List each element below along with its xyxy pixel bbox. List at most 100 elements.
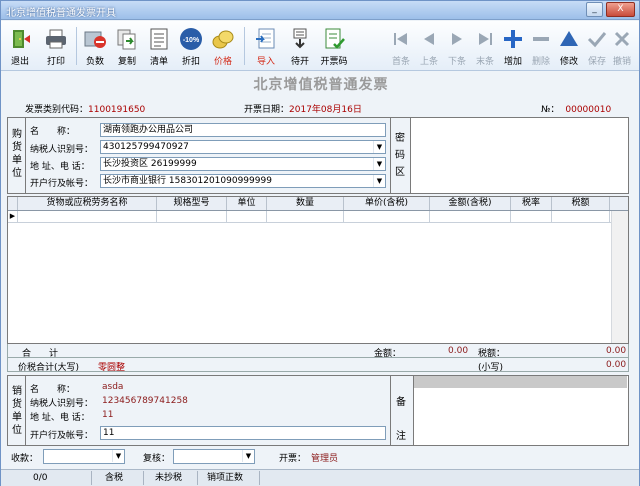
first-record-button[interactable]: 首条 [386, 27, 416, 67]
buyer-addr-field[interactable]: 长沙投资区 26199999 ▼ [100, 157, 386, 171]
password-area-label: 密码区 [395, 133, 405, 178]
add-label: 增加 [503, 57, 522, 67]
tax-value: 0.00 [606, 346, 627, 356]
total-caps-label: 价税合计(大写) [18, 363, 80, 373]
list-button[interactable]: 清单 [144, 27, 174, 67]
divider [390, 376, 391, 445]
undo-icon [614, 31, 630, 47]
column-header[interactable]: 税额 [552, 197, 610, 210]
toolbar-divider [244, 27, 245, 65]
buyer-name-field[interactable]: 湖南领跑办公用品公司 [100, 123, 386, 137]
negative-invoice-icon [84, 31, 106, 48]
payee-label: 收款： [11, 454, 39, 464]
type-code-value: 1100191650 [88, 105, 146, 115]
buyer-bank-field[interactable]: 长沙市商业银行 158301201090999999 ▼ [100, 174, 386, 188]
undo-label: 撤销 [612, 57, 631, 67]
price-button[interactable]: 价格 [208, 27, 238, 67]
table-cell[interactable] [344, 211, 430, 222]
list-label: 清单 [149, 57, 168, 67]
import-label: 导入 [256, 57, 275, 67]
column-header[interactable]: 单位 [227, 197, 267, 210]
table-cell[interactable] [267, 211, 344, 222]
chevron-down-icon[interactable]: ▼ [112, 450, 124, 462]
divider [259, 471, 260, 485]
table-cell[interactable] [227, 211, 267, 222]
number-label: №： [541, 105, 560, 115]
next-record-icon [452, 33, 462, 45]
tax-included-status: 含税 [105, 473, 124, 483]
table-row[interactable]: ▶ [8, 211, 628, 223]
reviewer-select[interactable]: ▼ [173, 449, 255, 464]
edit-button[interactable]: 修改 [554, 27, 584, 67]
column-header[interactable]: 规格型号 [157, 197, 227, 210]
save-check-icon [587, 32, 607, 48]
chevron-down-icon[interactable]: ▼ [373, 158, 385, 170]
discount-button[interactable]: -10% 折扣 [176, 27, 206, 67]
seller-name-value: asda [102, 382, 124, 392]
column-header[interactable]: 金额(含税) [430, 197, 511, 210]
invoice-code-label: 开票码 [320, 57, 348, 67]
chevron-down-icon[interactable]: ▼ [373, 141, 385, 153]
pending-button[interactable]: 待开 [285, 27, 315, 67]
table-cell[interactable] [430, 211, 511, 222]
buyer-tax-id-field[interactable]: 430125799470927 ▼ [100, 140, 386, 154]
buyer-section-label: 购货单位 [12, 129, 22, 179]
total-small-label: (小写) [478, 363, 504, 373]
exit-label: 退出 [10, 57, 29, 67]
edit-icon [560, 31, 578, 46]
items-table[interactable]: 货物或应税劳务名称 规格型号 单位 数量 单价(含税) 金额(含税) 税率 税额… [7, 196, 629, 344]
buyer-bank-value: 长沙市商业银行 158301201090999999 [103, 176, 272, 186]
delete-label: 删除 [531, 57, 550, 67]
next-record-label: 下条 [447, 57, 466, 67]
prev-record-button[interactable]: 上条 [414, 27, 444, 67]
sales-type-status: 销项正数 [207, 473, 244, 483]
copy-icon [117, 29, 136, 50]
next-record-button[interactable]: 下条 [442, 27, 472, 67]
vertical-scrollbar[interactable] [611, 211, 628, 343]
exit-button[interactable]: 退出 [5, 27, 35, 67]
delete-button[interactable]: 删除 [526, 27, 556, 67]
table-cell[interactable] [157, 211, 227, 222]
table-cell[interactable] [511, 211, 552, 222]
column-header[interactable]: 单价(含税) [344, 197, 430, 210]
undo-button[interactable]: 撤销 [607, 27, 637, 67]
import-button[interactable]: 导入 [251, 27, 281, 67]
column-header[interactable]: 税率 [511, 197, 552, 210]
divider [390, 118, 391, 193]
reviewer-label: 复核： [143, 454, 171, 464]
chevron-down-icon[interactable]: ▼ [373, 175, 385, 187]
amount-value: 0.00 [448, 346, 469, 356]
payee-select[interactable]: ▼ [43, 449, 125, 464]
exit-door-icon [13, 30, 30, 48]
table-cell[interactable] [552, 211, 610, 222]
total-caps-row: 价税合计(大写) 零圆整 (小写) 0.00 [7, 358, 629, 373]
invoice-code-button[interactable]: 开票码 [319, 27, 349, 67]
edit-label: 修改 [559, 57, 578, 67]
seller-section: 销货单位 名 称： asda 纳税人识别号： 123456789741258 地… [7, 375, 629, 446]
column-header[interactable]: 货物或应税劳务名称 [18, 197, 157, 210]
buyer-tax-id-label: 纳税人识别号： [30, 145, 94, 155]
record-count: 0/0 [33, 473, 48, 483]
print-button[interactable]: 打印 [41, 27, 71, 67]
negative-button[interactable]: 负数 [80, 27, 110, 67]
close-button[interactable]: X [606, 2, 635, 17]
buyer-addr-label: 地 址、电 话： [30, 162, 90, 172]
minimize-button[interactable]: _ [586, 2, 603, 17]
print-label: 打印 [46, 57, 65, 67]
copy-button[interactable]: 复制 [112, 27, 142, 67]
invoice-type-code: 发票类别代码：1100191650 [25, 102, 145, 115]
seller-bank-field[interactable]: 11 [100, 426, 386, 440]
row-indicator-header [8, 197, 18, 210]
last-record-button[interactable]: 末条 [470, 27, 500, 67]
add-button[interactable]: 增加 [498, 27, 528, 67]
column-header[interactable]: 数量 [267, 197, 344, 210]
remark-field[interactable] [413, 376, 628, 445]
date-value: 2017年08月16日 [289, 105, 362, 115]
seller-name-label: 名 称： [30, 385, 76, 395]
divider [25, 376, 26, 445]
type-code-label: 发票类别代码： [25, 105, 89, 115]
divider [91, 471, 92, 485]
table-cell[interactable] [18, 211, 157, 222]
chevron-down-icon[interactable]: ▼ [242, 450, 254, 462]
signature-bar: 收款： ▼ 复核： ▼ 开票： 管理员 [7, 448, 629, 466]
